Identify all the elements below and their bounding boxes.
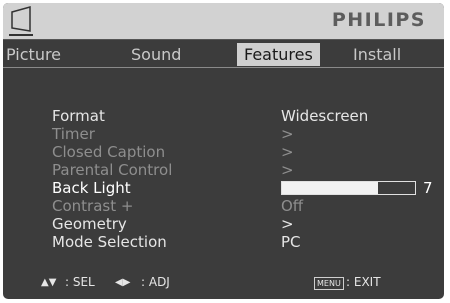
parental-control-label: Parental Control (52, 161, 173, 179)
back-light-value: 7 (423, 179, 433, 197)
adjust-hint-label: : ADJ (141, 275, 170, 289)
menu-row-contrast-plus[interactable]: Contrast + Off (3, 197, 444, 215)
tab-install[interactable]: Install (353, 43, 401, 66)
back-light-slider-fill (282, 182, 378, 194)
tab-features[interactable]: Features (237, 43, 320, 66)
menu-row-format[interactable]: Format Widescreen (3, 107, 444, 125)
menu-row-geometry[interactable]: Geometry > (3, 215, 444, 233)
up-down-arrows-icon: ▲▼ (41, 277, 57, 288)
contrast-plus-value: Off (281, 197, 304, 215)
left-right-arrows-icon: ◀▶ (115, 277, 131, 288)
format-value: Widescreen (281, 107, 369, 125)
contrast-plus-label: Contrast + (52, 197, 134, 215)
timer-label: Timer (52, 125, 95, 143)
parental-control-arrow-icon: > (281, 161, 294, 179)
menu-row-parental-control[interactable]: Parental Control > (3, 161, 444, 179)
back-light-slider[interactable] (281, 181, 416, 195)
footer-hints: ▲▼ : SEL ◀▶ : ADJ MENU : EXIT (3, 271, 444, 299)
menu-row-timer[interactable]: Timer > (3, 125, 444, 143)
menu-row-back-light[interactable]: Back Light 7 (3, 179, 444, 197)
format-label: Format (52, 107, 105, 125)
closed-caption-label: Closed Caption (52, 143, 166, 161)
tab-sound[interactable]: Sound (131, 43, 181, 66)
tv-icon (9, 6, 33, 36)
exit-hint-label: : EXIT (346, 275, 381, 289)
timer-arrow-icon: > (281, 125, 294, 143)
geometry-label: Geometry (52, 215, 127, 233)
tab-picture[interactable]: Picture (6, 43, 61, 66)
tab-bar: Picture Sound Features Install (3, 40, 444, 68)
title-bar: PHILIPS (3, 3, 444, 40)
mode-selection-label: Mode Selection (52, 233, 167, 251)
menu-row-closed-caption[interactable]: Closed Caption > (3, 143, 444, 161)
select-hint-label: : SEL (65, 275, 95, 289)
menu-row-mode-selection[interactable]: Mode Selection PC (3, 233, 444, 251)
back-light-label: Back Light (52, 179, 131, 197)
menu-key-icon: MENU (314, 277, 344, 290)
closed-caption-arrow-icon: > (281, 143, 294, 161)
brand-logo: PHILIPS (331, 9, 426, 31)
geometry-arrow-icon: > (281, 215, 294, 233)
osd-menu-window: PHILIPS Picture Sound Features Install F… (3, 3, 444, 299)
mode-selection-value: PC (281, 233, 301, 251)
